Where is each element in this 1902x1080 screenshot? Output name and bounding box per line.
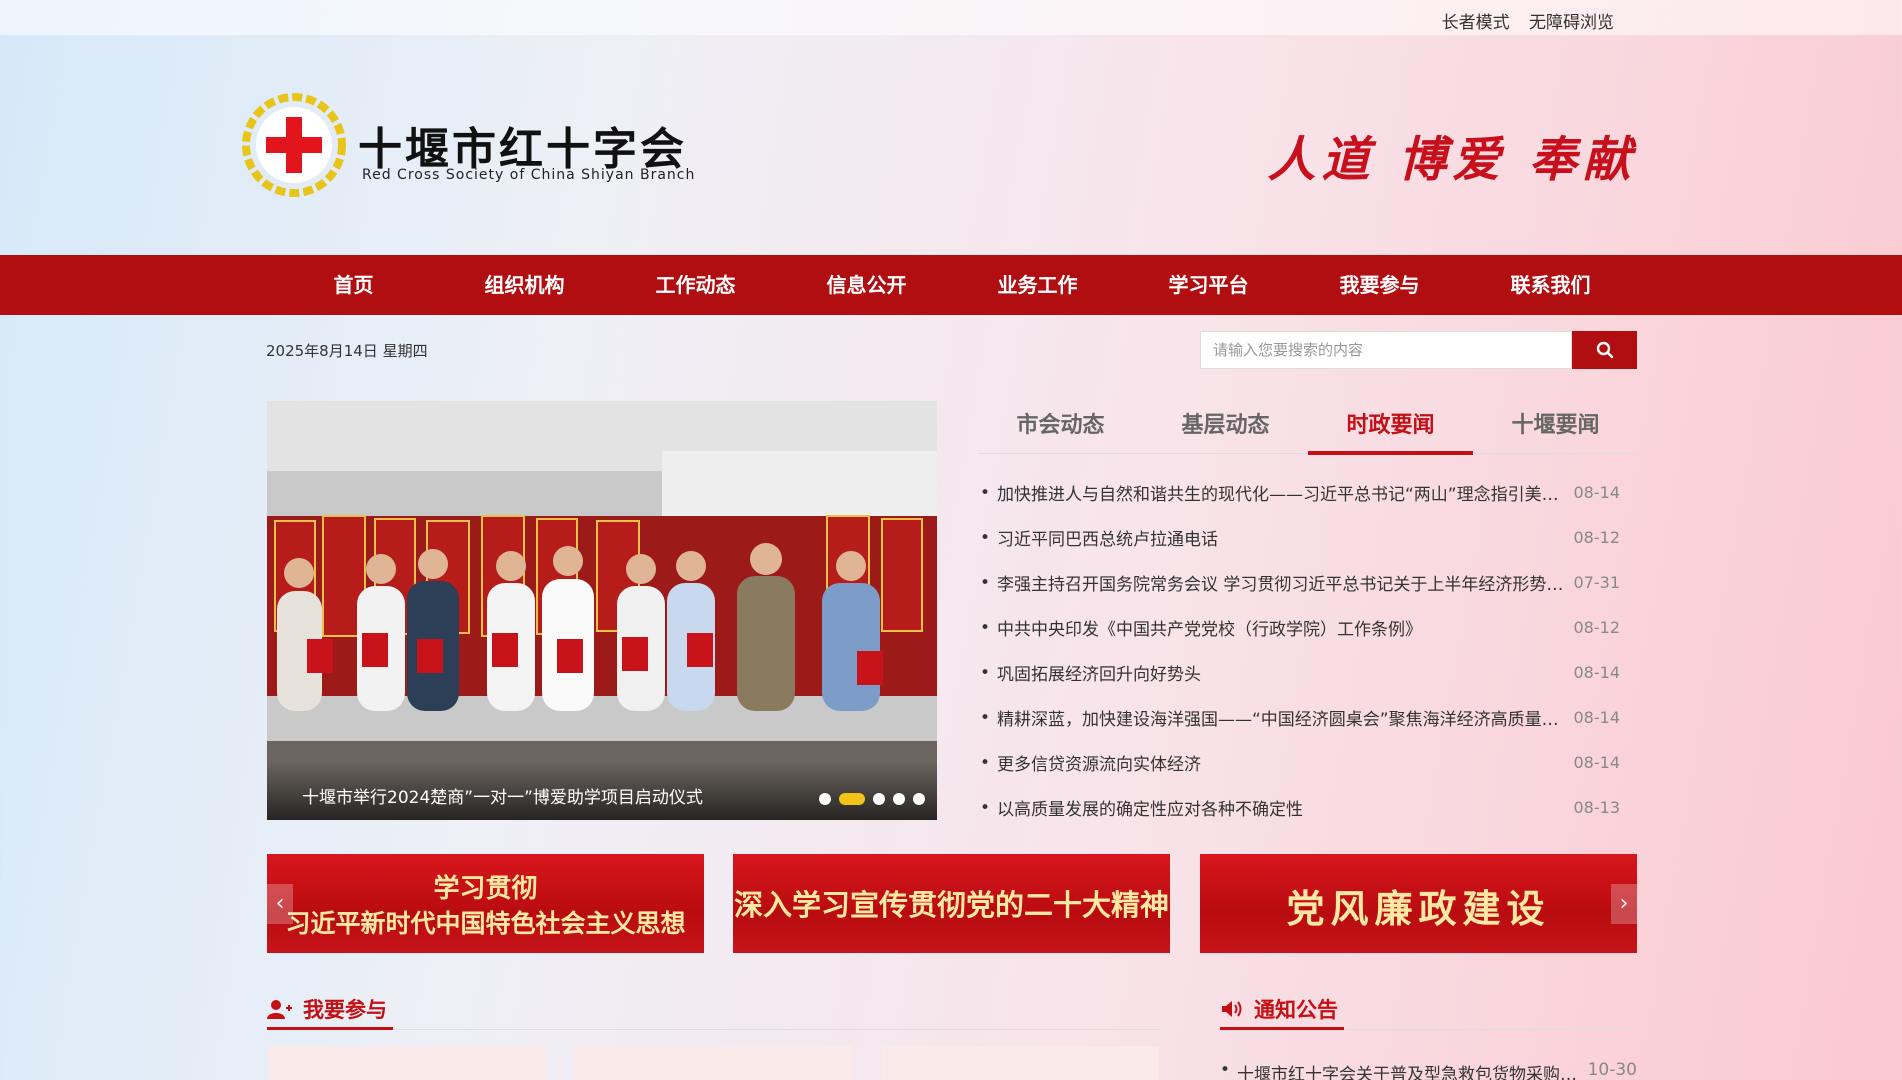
news-title[interactable]: 中共中央印发《中国共产党党校（行政学院）工作条例》 <box>997 615 1564 640</box>
bullet: • <box>1220 1060 1231 1080</box>
banner-study-thought[interactable]: 学习贯彻 习近平新时代中国特色社会主义思想 <box>267 854 704 953</box>
nav-item-business[interactable]: 业务工作 <box>952 255 1123 315</box>
participate-title-text: 我要参与 <box>303 997 387 1022</box>
utility-links: 长者模式 无障碍浏览 <box>1428 8 1614 33</box>
elder-mode-link[interactable]: 长者模式 <box>1442 13 1510 33</box>
current-date: 2025年8月14日 星期四 <box>266 342 428 360</box>
search-button[interactable] <box>1572 331 1637 369</box>
nav-item-info-disclosure[interactable]: 信息公开 <box>781 255 952 315</box>
nav-item-work-news[interactable]: 工作动态 <box>610 255 781 315</box>
news-title[interactable]: 精耕深蓝，加快建设海洋强国——“中国经济圆桌会”聚焦海洋经济高质量发展 <box>997 705 1564 730</box>
participate-title[interactable]: 我要参与 <box>267 990 393 1030</box>
list-item[interactable]: • 精耕深蓝，加快建设海洋强国——“中国经济圆桌会”聚焦海洋经济高质量发展 08-1… <box>980 695 1620 740</box>
tab-politics-news[interactable]: 时政要闻 <box>1308 404 1473 455</box>
news-date: 08-14 <box>1573 483 1621 502</box>
news-title[interactable]: 巩固拓展经济回升向好势头 <box>997 660 1564 685</box>
notice-title-link[interactable]: 十堰市红十字会关于普及型急救包货物采购项目公告 <box>1237 1060 1585 1080</box>
participate-card[interactable] <box>881 1046 1159 1080</box>
news-title[interactable]: 李强主持召开国务院常务会议 学习贯彻习近平总书记关于上半年经济形势的重要讲话精神 <box>997 570 1564 595</box>
nav-item-learning[interactable]: 学习平台 <box>1123 255 1294 315</box>
list-item[interactable]: • 更多信贷资源流向实体经济 08-14 <box>980 740 1620 785</box>
bullet: • <box>980 617 991 638</box>
nav-item-organization[interactable]: 组织机构 <box>439 255 610 315</box>
list-item[interactable]: • 李强主持召开国务院常务会议 学习贯彻习近平总书记关于上半年经济形势的重要讲话精… <box>980 560 1620 605</box>
list-item[interactable]: • 以高质量发展的确定性应对各种不确定性 08-13 <box>980 785 1620 830</box>
banner-line1: 深入学习宣传贯彻党的二十大精神 <box>733 888 1169 922</box>
notice-list-item[interactable]: • 十堰市红十字会关于普及型急救包货物采购项目公告 10-30 <box>1220 1060 1637 1080</box>
banner-clean-governance[interactable]: 党风廉政建设 <box>1200 854 1637 953</box>
bullet: • <box>980 662 991 683</box>
bullet: • <box>980 752 991 773</box>
search-bar <box>1200 331 1637 369</box>
slide-photo <box>267 401 937 820</box>
nav-item-participate[interactable]: 我要参与 <box>1294 255 1465 315</box>
main-nav: 首页 组织机构 工作动态 信息公开 业务工作 学习平台 我要参与 联系我们 <box>0 255 1902 315</box>
news-list: • 加快推进人与自然和谐共生的现代化——习近平总书记“两山”理念指引美丽中国建设 0… <box>980 470 1620 830</box>
news-tabs: 市会动态 基层动态 时政要闻 十堰要闻 <box>978 404 1638 455</box>
bullet: • <box>980 527 991 548</box>
org-name-en: Red Cross Society of China Shiyan Branch <box>362 167 696 183</box>
slider-dot[interactable] <box>913 793 925 805</box>
red-cross-emblem-icon <box>242 93 346 197</box>
news-slider[interactable]: 十堰市举行2024楚商”一对一”博爱助学项目启动仪式 <box>267 401 937 820</box>
tab-shiyan-news[interactable]: 十堰要闻 <box>1473 404 1638 453</box>
accessible-browse-link[interactable]: 无障碍浏览 <box>1529 13 1614 33</box>
notice-date: 10-30 <box>1587 1060 1637 1080</box>
notice-section-header: 通知公告 <box>1220 990 1637 1030</box>
news-date: 08-12 <box>1573 618 1621 637</box>
tab-local-news[interactable]: 基层动态 <box>1143 404 1308 453</box>
site-logo[interactable]: 十堰市红十字会 Red Cross Society of China Shiya… <box>240 93 694 203</box>
user-add-icon <box>267 999 292 1019</box>
news-title[interactable]: 加快推进人与自然和谐共生的现代化——习近平总书记“两山”理念指引美丽中国建设 <box>997 480 1564 505</box>
slider-dot[interactable] <box>873 793 885 805</box>
news-title[interactable]: 以高质量发展的确定性应对各种不确定性 <box>997 795 1564 820</box>
notice-title-text: 通知公告 <box>1254 997 1338 1022</box>
notice-title[interactable]: 通知公告 <box>1220 990 1344 1030</box>
banner-line1: 党风廉政建设 <box>1286 886 1551 931</box>
slider-dot[interactable] <box>819 793 831 805</box>
participate-section-header: 我要参与 <box>267 990 1160 1030</box>
slider-dots <box>819 793 925 805</box>
news-date: 07-31 <box>1573 573 1621 592</box>
bullet: • <box>980 482 991 503</box>
banner-twentieth-congress[interactable]: 深入学习宣传贯彻党的二十大精神 <box>733 854 1170 953</box>
news-date: 08-12 <box>1573 528 1621 547</box>
participate-card[interactable] <box>268 1046 546 1080</box>
tab-city-news[interactable]: 市会动态 <box>978 404 1143 453</box>
bullet: • <box>980 707 991 728</box>
bullet: • <box>980 572 991 593</box>
topic-banners: 学习贯彻 习近平新时代中国特色社会主义思想 深入学习宣传贯彻党的二十大精神 党风… <box>267 854 1637 953</box>
news-date: 08-14 <box>1573 663 1621 682</box>
slide-caption[interactable]: 十堰市举行2024楚商”一对一”博爱助学项目启动仪式 <box>302 783 703 808</box>
top-utility-bar: 长者模式 无障碍浏览 <box>0 0 1902 35</box>
banner-next-arrow[interactable]: › <box>1611 884 1637 924</box>
list-item[interactable]: • 中共中央印发《中国共产党党校（行政学院）工作条例》 08-12 <box>980 605 1620 650</box>
news-title[interactable]: 习近平同巴西总统卢拉通电话 <box>997 525 1564 550</box>
nav-item-contact[interactable]: 联系我们 <box>1465 255 1636 315</box>
news-date: 08-13 <box>1573 798 1621 817</box>
banner-line2: 习近平新时代中国特色社会主义思想 <box>285 909 686 938</box>
banner-line1: 学习贯彻 <box>433 874 538 904</box>
list-item[interactable]: • 巩固拓展经济回升向好势头 08-14 <box>980 650 1620 695</box>
nav-item-home[interactable]: 首页 <box>268 255 439 315</box>
news-date: 08-14 <box>1573 753 1621 772</box>
slider-dot-active[interactable] <box>839 793 865 805</box>
slider-dot[interactable] <box>893 793 905 805</box>
participate-card[interactable] <box>574 1046 852 1080</box>
speaker-icon <box>1222 1000 1242 1017</box>
search-icon <box>1596 341 1613 359</box>
banner-prev-arrow[interactable]: ‹ <box>267 884 293 924</box>
list-item[interactable]: • 加快推进人与自然和谐共生的现代化——习近平总书记“两山”理念指引美丽中国建设 0… <box>980 470 1620 515</box>
search-input[interactable] <box>1200 331 1572 369</box>
news-date: 08-14 <box>1573 708 1621 727</box>
list-item[interactable]: • 习近平同巴西总统卢拉通电话 08-12 <box>980 515 1620 560</box>
site-header: 十堰市红十字会 Red Cross Society of China Shiya… <box>0 35 1902 255</box>
bullet: • <box>980 797 991 818</box>
slogan: 人道 博爱 奉献 <box>1267 132 1637 188</box>
news-title[interactable]: 更多信贷资源流向实体经济 <box>997 750 1564 775</box>
